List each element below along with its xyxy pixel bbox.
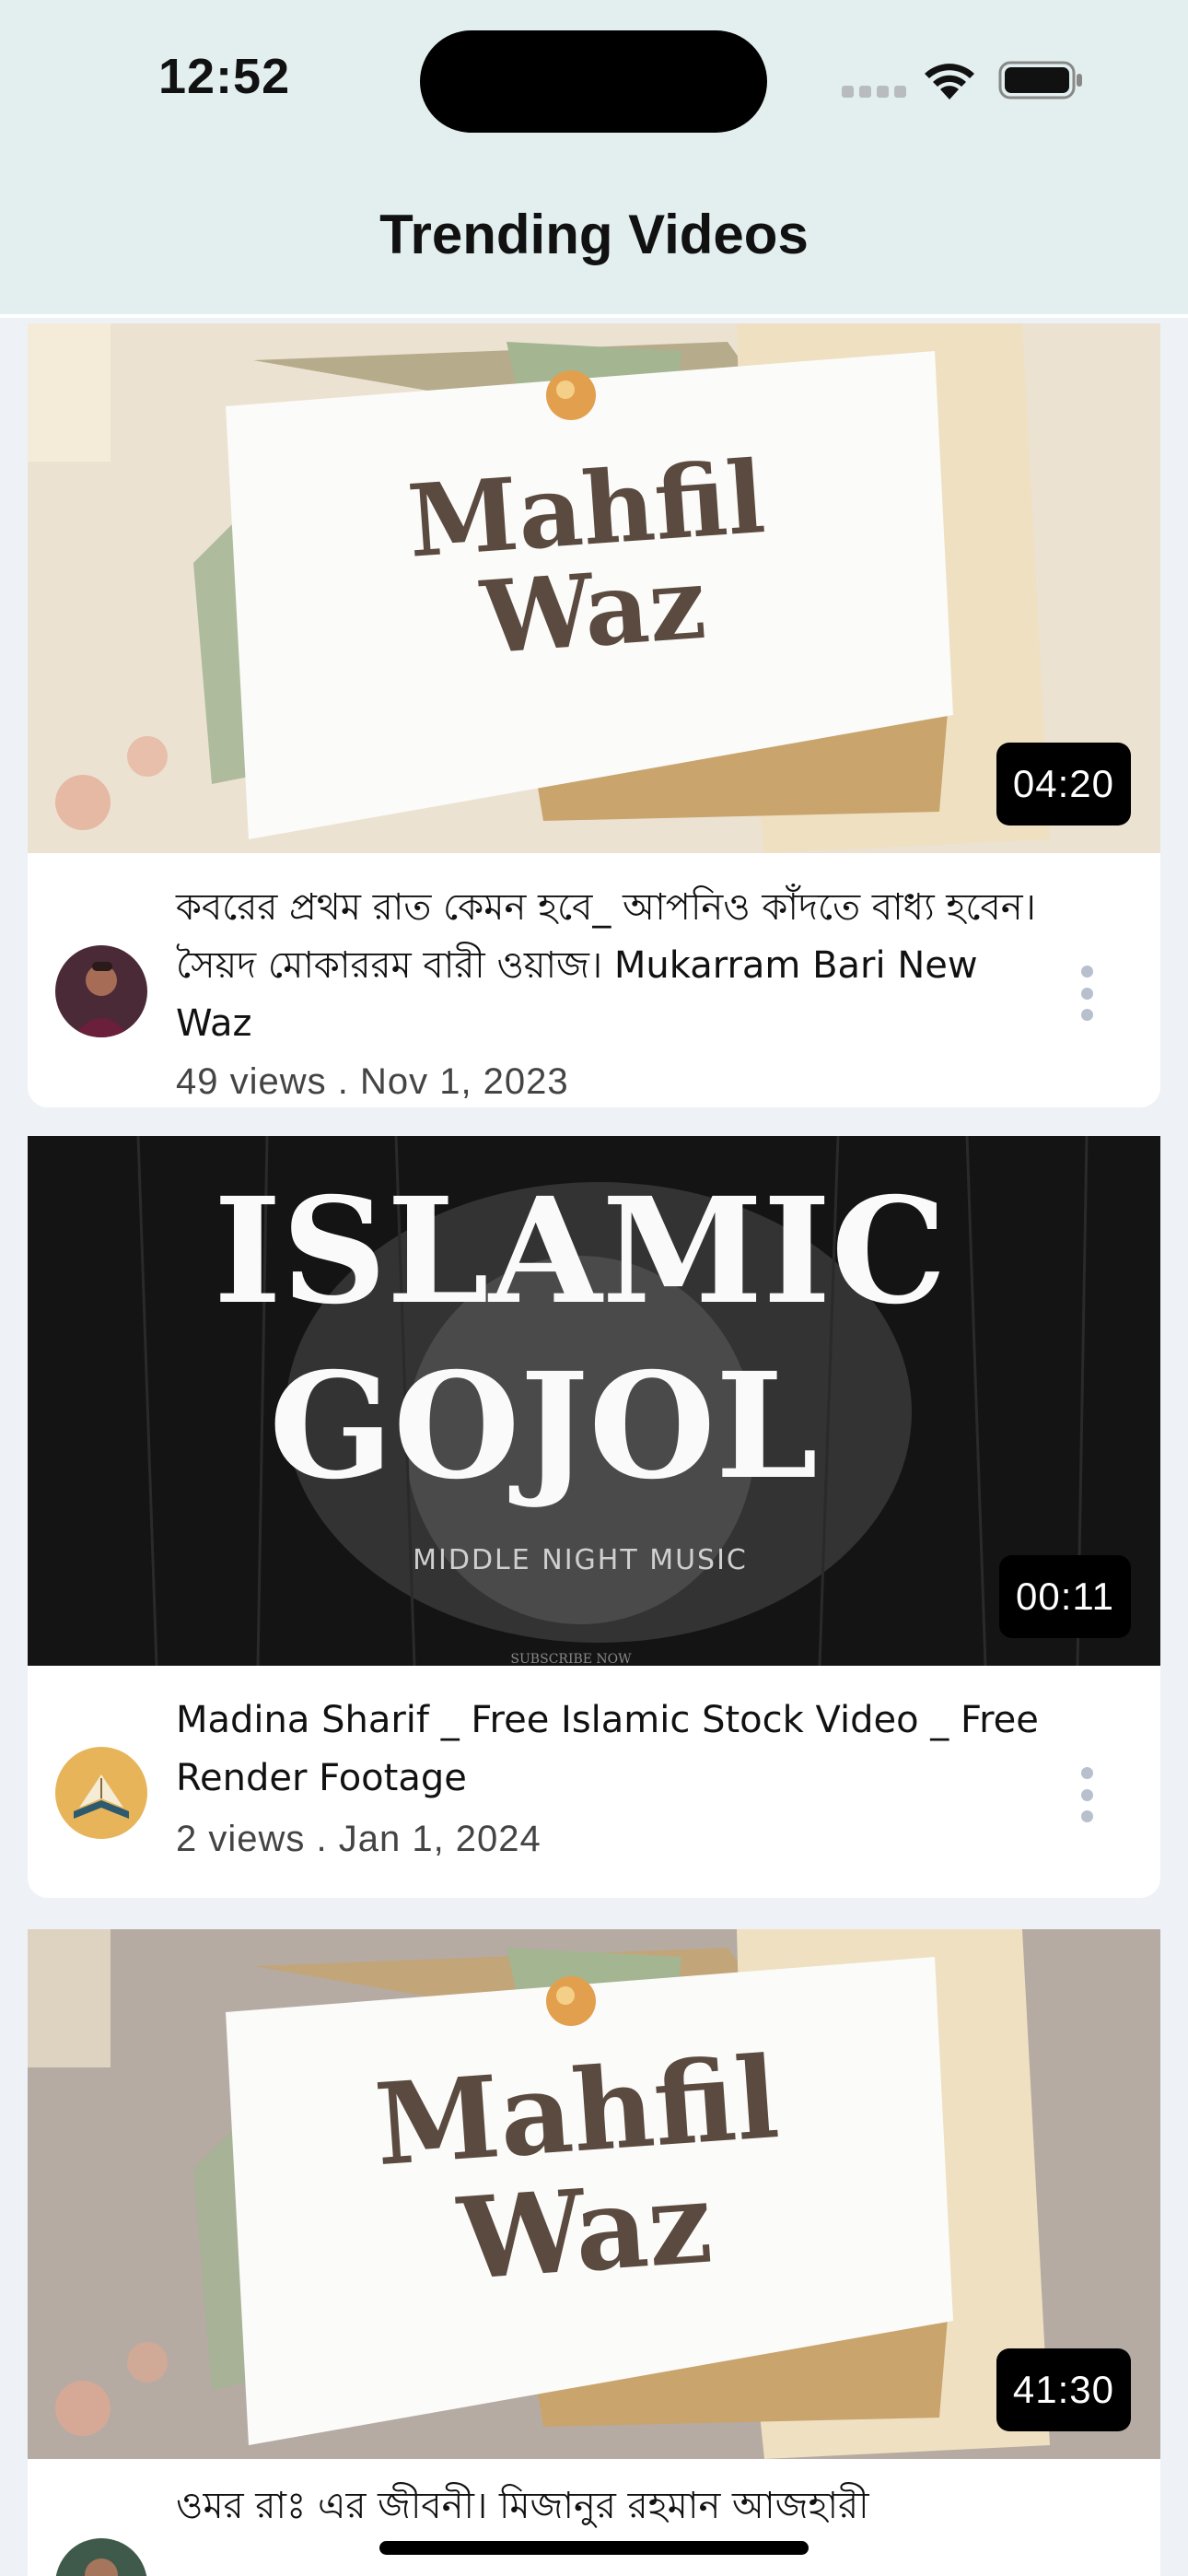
cellular-signal-icon <box>842 86 906 98</box>
wifi-icon <box>925 64 974 100</box>
channel-avatar[interactable] <box>55 945 147 1037</box>
video-thumbnail[interactable]: Mahfil Waz 04:20 <box>28 323 1160 853</box>
status-bar: 12:52 <box>0 0 1188 157</box>
video-thumbnail[interactable]: ISLAMIC GOJOL MIDDLE NIGHT MUSIC SUBSCRI… <box>28 1136 1160 1666</box>
duration-badge: 41:30 <box>996 2348 1131 2431</box>
battery-icon <box>998 61 1082 100</box>
more-vertical-icon[interactable] <box>1077 966 1096 1021</box>
thumbnail-title-line1: ISLAMIC <box>214 1166 947 1337</box>
video-title[interactable]: কবরের প্রথম রাত কেমন হবে_ আপনিও কাঁদতে ব… <box>176 879 1060 1053</box>
page-title: Trending Videos <box>379 204 809 265</box>
thumbnail-image: ISLAMIC GOJOL MIDDLE NIGHT MUSIC SUBSCRI… <box>28 1136 1160 1666</box>
duration-badge: 04:20 <box>996 743 1131 825</box>
video-thumbnail[interactable]: Mahfil Waz 41:30 <box>28 1929 1160 2459</box>
channel-avatar[interactable] <box>55 2538 147 2576</box>
thumbnail-subtitle: MIDDLE NIGHT MUSIC <box>413 1544 748 1576</box>
video-title[interactable]: Madina Sharif _ Free Islamic Stock Video… <box>176 1692 1060 1808</box>
thumbnail-title-line2: GOJOL <box>269 1341 818 1512</box>
status-time: 12:52 <box>158 49 291 104</box>
channel-avatar[interactable] <box>55 1747 147 1839</box>
video-card[interactable]: Mahfil Waz 41:30 ওমর রাঃ এর জীবনী। মিজান… <box>28 1929 1160 2576</box>
video-card[interactable]: Mahfil Waz 04:20 কবরের প্রথম রাত কেমন হব… <box>28 323 1160 1107</box>
video-title[interactable]: ওমর রাঃ এর জীবনী। মিজানুর রহমান আজহারী <box>176 2477 1060 2535</box>
more-vertical-icon[interactable] <box>1077 1767 1096 1822</box>
home-indicator[interactable] <box>379 2541 809 2555</box>
video-stats: 2 views . Jan 1, 2024 <box>176 1819 542 1859</box>
thumbnail-title-line2: Waz <box>452 2155 716 2305</box>
thumbnail-image: Mahfil Waz <box>28 1929 1160 2459</box>
video-stats: 49 views . Nov 1, 2023 <box>176 1061 569 1102</box>
top-bar: 12:52 Trending Videos <box>0 0 1188 318</box>
dynamic-island <box>420 30 767 133</box>
thumbnail-image: Mahfil Waz <box>28 323 1160 853</box>
thumbnail-footer: SUBSCRIBE NOW <box>510 1652 632 1666</box>
video-card[interactable]: ISLAMIC GOJOL MIDDLE NIGHT MUSIC SUBSCRI… <box>28 1136 1160 1898</box>
thumbnail-title-line2: Waz <box>477 545 709 677</box>
duration-badge: 00:11 <box>999 1555 1131 1638</box>
